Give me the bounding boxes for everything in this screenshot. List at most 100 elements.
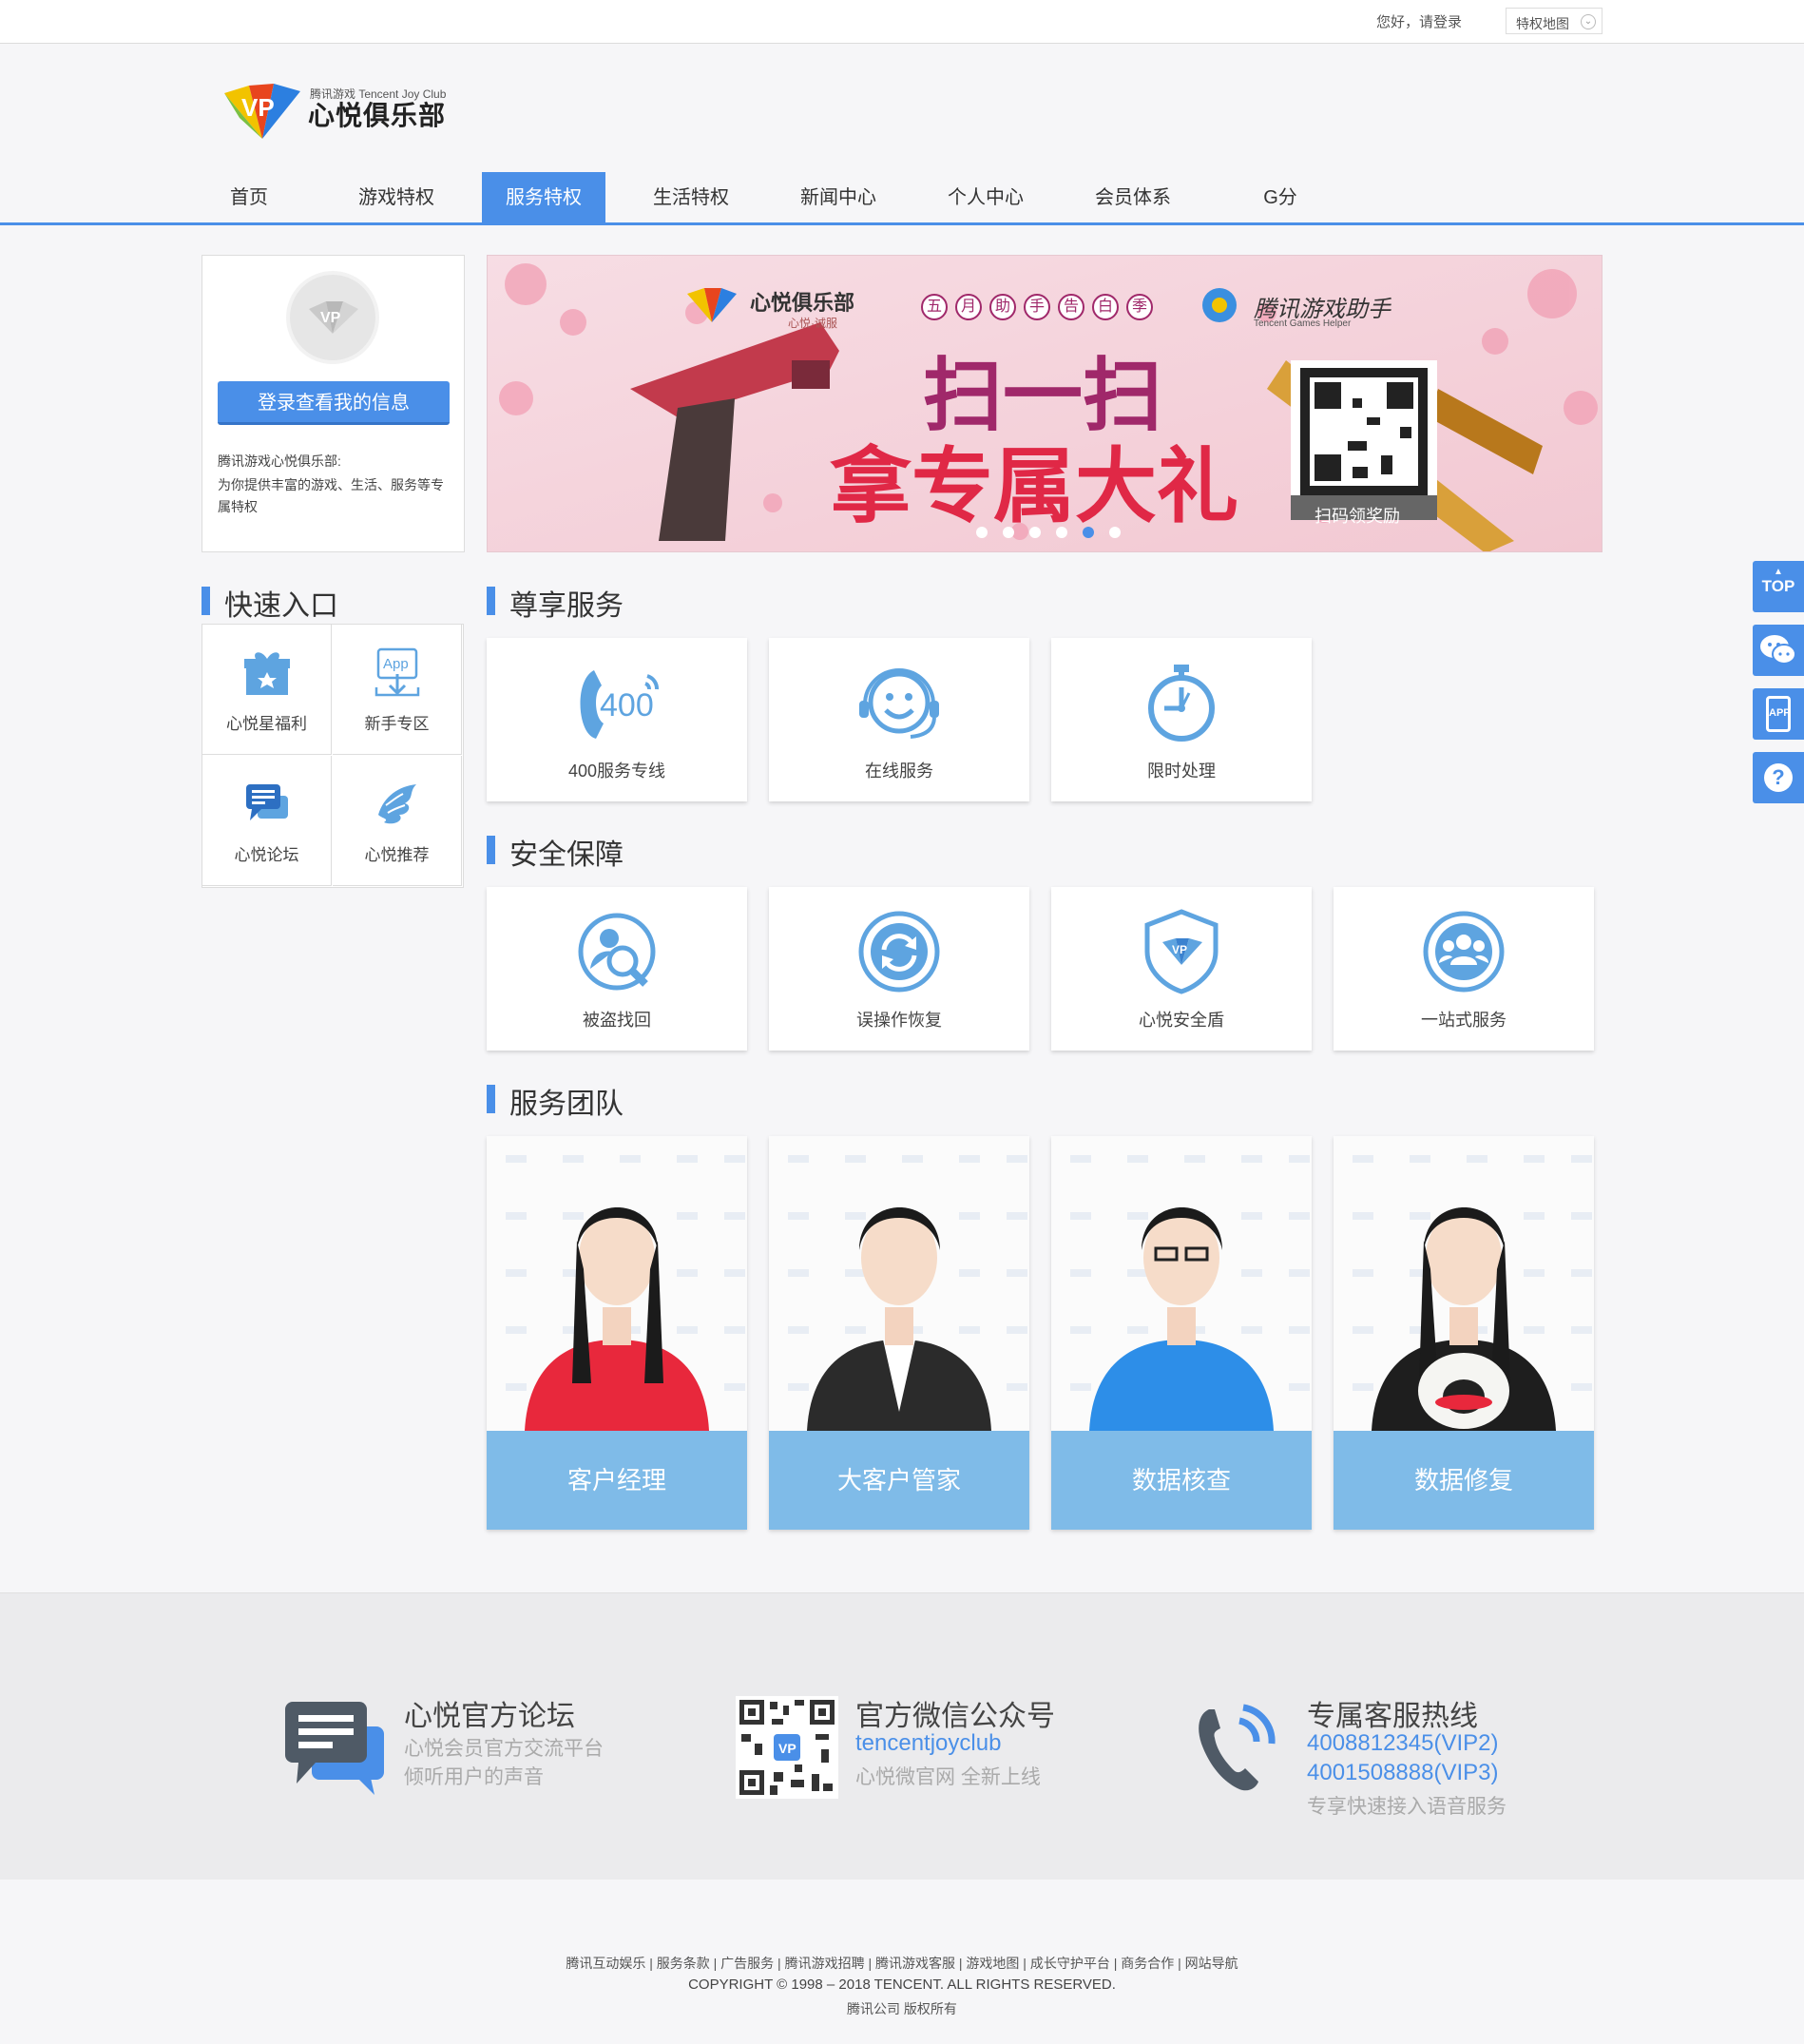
wechat-qr-code: VP	[736, 1696, 838, 1799]
svg-text:App: App	[383, 656, 409, 672]
refresh-icon	[854, 906, 945, 997]
nav-item-6[interactable]: 会员体系	[1071, 172, 1195, 224]
app-download-icon: App	[371, 646, 424, 699]
app-label: APP	[1769, 707, 1791, 719]
svg-text:VP: VP	[778, 1741, 796, 1756]
team-member-card[interactable]: 数据修复	[1334, 1136, 1594, 1530]
carousel-dot[interactable]	[976, 527, 988, 538]
security-card-label: 误操作恢复	[856, 1011, 942, 1030]
profile-desc-title: 腾讯游戏心悦俱乐部:	[218, 453, 341, 469]
wechat-float-button[interactable]	[1753, 625, 1804, 676]
logo-title: 心悦俱乐部	[308, 101, 447, 130]
chevron-down-icon: ⌄	[1581, 14, 1596, 29]
security-card[interactable]: VP 心悦安全盾	[1051, 887, 1312, 1051]
question-icon: ?	[1764, 763, 1793, 792]
team-member-card[interactable]: 数据核查	[1051, 1136, 1312, 1530]
premium-card-label: 400服务专线	[567, 762, 666, 781]
carousel-dot[interactable]	[1029, 527, 1041, 538]
hotline-vip3: 4001508888(VIP3)	[1307, 1760, 1499, 1785]
arrow-up-icon: ▲	[1774, 567, 1783, 577]
hotline-vip2: 4008812345(VIP2)	[1307, 1730, 1499, 1756]
team-member-card[interactable]: 大客户管家	[769, 1136, 1029, 1530]
nav-item-3[interactable]: 生活特权	[629, 172, 753, 224]
forum-chat-icon[interactable]	[283, 1700, 388, 1797]
premium-heading-bar	[487, 587, 495, 615]
help-float-button[interactable]: ?	[1753, 752, 1804, 803]
campaign-char: 手	[1024, 294, 1050, 320]
wechat-icon	[1760, 635, 1796, 665]
campaign-char: 白	[1092, 294, 1119, 320]
team-member-label: 数据核查	[1051, 1431, 1312, 1530]
team-member-label: 数据修复	[1334, 1431, 1594, 1530]
svg-text:400: 400	[600, 687, 654, 723]
qr-caption: 扫码领奖励	[1315, 507, 1400, 526]
premium-card[interactable]: 400 400服务专线	[487, 638, 747, 801]
footer-copyright: COPYRIGHT © 1998 – 2018 TENCENT. ALL RIG…	[688, 1977, 1116, 1993]
premium-card[interactable]: 限时处理	[1051, 638, 1312, 801]
svg-text:VP: VP	[1172, 943, 1187, 956]
nav-item-2[interactable]: 服务特权	[482, 172, 605, 224]
carousel-dot[interactable]	[1109, 527, 1121, 538]
quick-heading-bar	[202, 587, 210, 615]
avatar: VP	[286, 271, 379, 364]
group-icon	[1418, 906, 1509, 997]
sitemap-dropdown[interactable]: 特权地图 ⌄	[1506, 8, 1602, 34]
team-member-photo	[487, 1136, 747, 1431]
smiley-headset-icon	[854, 657, 945, 748]
help-label: ?	[1772, 765, 1785, 789]
logo[interactable]: VP	[221, 80, 304, 145]
profile-panel: VP 登录查看我的信息 腾讯游戏心悦俱乐部: 为你提供丰富的游戏、生活、服务等专…	[202, 255, 465, 552]
wechat-line: 心悦微官网 全新上线	[855, 1766, 1041, 1788]
top-label: TOP	[1761, 577, 1795, 595]
premium-card[interactable]: 在线服务	[769, 638, 1029, 801]
promo-banner[interactable]: 心悦俱乐部 心悦·诚服 五月助手告白季 腾讯游戏助手 Tencent Games…	[487, 255, 1602, 552]
security-card-label: 被盗找回	[583, 1011, 651, 1030]
quick-entry-grid: 心悦星福利 App 新手专区 心悦论坛 心悦推荐	[202, 624, 464, 888]
quick-entry-item[interactable]: 心悦星福利	[202, 625, 332, 755]
campaign-char: 告	[1058, 294, 1084, 320]
nav-item-0[interactable]: 首页	[187, 172, 311, 224]
wechat-title[interactable]: 官方微信公众号	[855, 1692, 1055, 1734]
back-to-top-button[interactable]: ▲ TOP	[1753, 561, 1804, 612]
login-link[interactable]: 您好，请登录	[1376, 11, 1462, 31]
team-heading: 服务团队	[509, 1089, 624, 1120]
nav-item-1[interactable]: 游戏特权	[335, 172, 458, 224]
security-card[interactable]: 误操作恢复	[769, 887, 1029, 1051]
quick-entry-item[interactable]: App 新手专区	[333, 625, 462, 755]
forum-line-1: 心悦会员官方交流平台	[404, 1738, 604, 1760]
premium-card-label: 限时处理	[1147, 762, 1216, 781]
forum-line-2: 倾听用户的声音	[404, 1766, 544, 1788]
carousel-dot[interactable]	[1083, 527, 1094, 538]
sitemap-label: 特权地图	[1516, 16, 1569, 31]
security-card[interactable]: 一站式服务	[1334, 887, 1594, 1051]
security-heading: 安全保障	[509, 839, 624, 871]
shield-icon: VP	[1136, 906, 1227, 997]
campaign-chars: 五月助手告白季	[921, 294, 1161, 320]
footer-links[interactable]: 腾讯互动娱乐 | 服务条款 | 广告服务 | 腾讯游戏招聘 | 腾讯游戏客服 |…	[0, 1954, 1804, 1973]
security-card-label: 一站式服务	[1421, 1011, 1507, 1030]
app-float-button[interactable]: APP	[1753, 688, 1804, 740]
forum-title[interactable]: 心悦官方论坛	[404, 1692, 575, 1734]
nav-item-5[interactable]: 个人中心	[924, 172, 1047, 224]
carousel-dot[interactable]	[1003, 527, 1014, 538]
premium-card-label: 在线服务	[865, 762, 933, 781]
campaign-char: 季	[1126, 294, 1153, 320]
carousel-dot[interactable]	[1056, 527, 1067, 538]
gift-icon	[240, 646, 294, 699]
login-button[interactable]: 登录查看我的信息	[218, 381, 450, 425]
campaign-char: 五	[921, 294, 948, 320]
user-search-icon	[571, 906, 662, 997]
quick-entry-item[interactable]: 心悦论坛	[202, 756, 332, 886]
quick-entry-item[interactable]: 心悦推荐	[333, 756, 462, 886]
team-member-label: 客户经理	[487, 1431, 747, 1530]
security-card[interactable]: 被盗找回	[487, 887, 747, 1051]
campaign-char: 月	[955, 294, 982, 320]
nav-item-4[interactable]: 新闻中心	[777, 172, 900, 224]
hotline-line: 专享快速接入语音服务	[1307, 1796, 1507, 1818]
quick-entry-label: 心悦星福利	[226, 715, 307, 733]
wechat-account[interactable]: tencentjoyclub	[855, 1730, 1001, 1757]
carousel-dots	[976, 526, 1136, 543]
nav-item-7[interactable]: G分	[1219, 172, 1342, 224]
team-member-photo	[769, 1136, 1029, 1431]
team-member-card[interactable]: 客户经理	[487, 1136, 747, 1530]
